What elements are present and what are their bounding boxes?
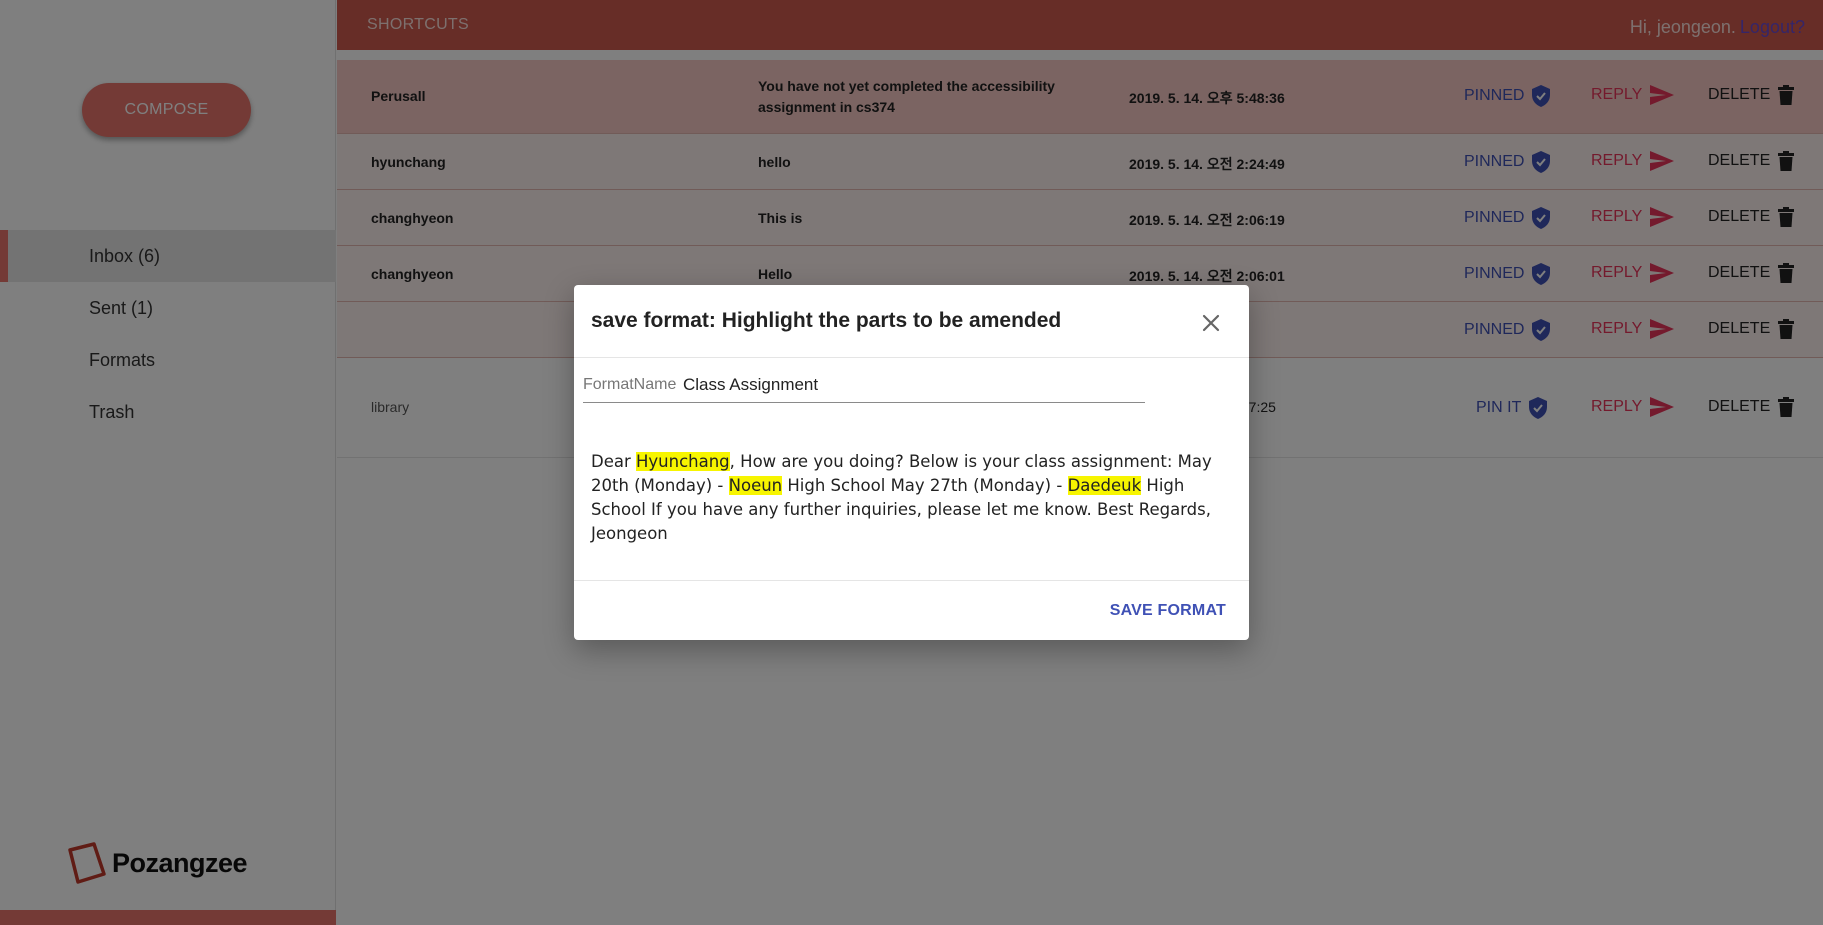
dialog-divider <box>574 357 1249 358</box>
format-name-input[interactable] <box>683 373 1145 397</box>
highlighted-text[interactable]: Noeun <box>728 476 783 495</box>
highlighted-text[interactable]: Daedeuk <box>1067 476 1142 495</box>
body-text-segment: Dear <box>591 452 636 471</box>
dialog-divider <box>574 580 1249 581</box>
close-icon[interactable] <box>1199 311 1223 335</box>
body-text-segment: High School May 27th (Monday) - <box>782 476 1068 495</box>
format-body-text[interactable]: Dear Hyunchang, How are you doing? Below… <box>591 450 1231 546</box>
save-format-button[interactable]: SAVE FORMAT <box>1110 602 1226 620</box>
save-format-dialog: save format: Highlight the parts to be a… <box>574 285 1249 640</box>
highlighted-text[interactable]: Hyunchang <box>636 452 730 471</box>
format-name-underline <box>583 402 1145 403</box>
dialog-title: save format: Highlight the parts to be a… <box>591 309 1062 332</box>
format-name-label: FormatName <box>583 376 677 393</box>
